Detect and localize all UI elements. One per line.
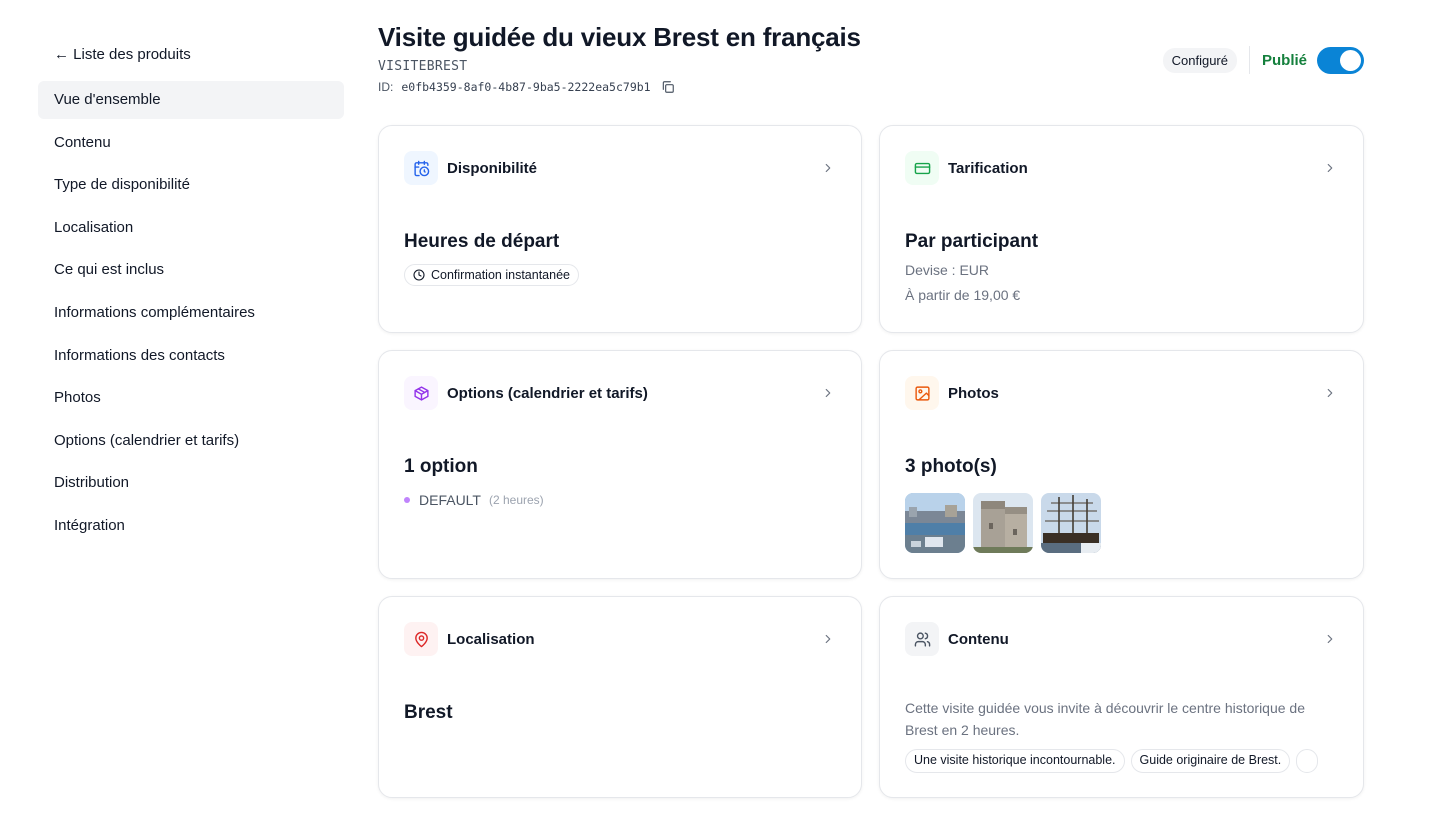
sidebar-item-contacts[interactable]: Informations des contacts [38, 337, 344, 375]
content-tag: Une visite historique incontournable. [905, 749, 1125, 773]
photo-thumbnail-castle[interactable] [973, 493, 1033, 553]
product-id-row: ID: e0fb4359-8af0-4b87-9ba5-2222ea5c79b1 [378, 80, 1364, 94]
list-item: DEFAULT (2 heures) [404, 492, 544, 508]
photos-card-header[interactable]: Photos [905, 376, 1338, 410]
pricing-from: À partir de 19,00 € [905, 287, 1021, 303]
published-toggle[interactable] [1317, 46, 1364, 74]
status-divider [1248, 46, 1250, 74]
options-card-header[interactable]: Options (calendrier et tarifs) [404, 376, 836, 410]
options-main: 1 option [404, 456, 478, 477]
content-description: Cette visite guidée vous invite à découv… [905, 700, 1305, 738]
pricing-main: Par participant [905, 231, 1039, 252]
instant-confirmation-pill: Confirmation instantanée [404, 264, 579, 286]
options-card-title: Options (calendrier et tarifs) [447, 384, 648, 402]
option-name: DEFAULT [419, 492, 481, 508]
configured-badge: Configuré [1162, 47, 1237, 73]
option-dot [404, 497, 410, 503]
chevron-right-icon [820, 385, 836, 401]
instant-confirmation-label: Confirmation instantanée [431, 268, 570, 282]
toggle-knob [1340, 49, 1361, 71]
chevron-right-icon [820, 631, 836, 647]
location-card: Localisation Brest [378, 596, 862, 798]
photos-card: Photos 3 photo(s) [879, 350, 1364, 579]
status-area: Configuré Publié [1162, 46, 1364, 74]
photo-thumbnail-harbor[interactable] [905, 493, 965, 553]
pricing-card-title: Tarification [948, 159, 1028, 177]
image-icon [905, 376, 939, 410]
chevron-right-icon [1322, 160, 1338, 176]
sidebar-item-photos[interactable]: Photos [38, 379, 344, 417]
chevron-right-icon [820, 160, 836, 176]
location-main: Brest [404, 702, 453, 723]
availability-card-title: Disponibilité [447, 159, 537, 177]
sidebar: ← Liste des produits Vue d'ensemble Cont… [38, 40, 344, 550]
photos-main: 3 photo(s) [905, 456, 997, 477]
location-card-title: Localisation [447, 630, 535, 648]
sidebar-item-overview[interactable]: Vue d'ensemble [38, 81, 344, 119]
content-tag-overflow [1296, 749, 1319, 773]
users-icon [905, 622, 939, 656]
calendar-clock-icon [404, 151, 438, 185]
sidebar-item-included[interactable]: Ce qui est inclus [38, 251, 344, 289]
availability-card: Disponibilité Heures de départ Confirmat… [378, 125, 862, 333]
availability-main: Heures de départ [404, 231, 560, 252]
clock-icon [413, 269, 425, 281]
chevron-right-icon [1322, 631, 1338, 647]
photo-thumbnails [905, 493, 1101, 553]
availability-card-header[interactable]: Disponibilité [404, 151, 836, 185]
photos-card-title: Photos [948, 384, 999, 402]
content-card-title: Contenu [948, 630, 1009, 648]
sidebar-item-additional-info[interactable]: Informations complémentaires [38, 294, 344, 332]
sidebar-item-integration[interactable]: Intégration [38, 507, 344, 545]
location-card-header[interactable]: Localisation [404, 622, 836, 656]
published-label: Publié [1261, 51, 1307, 69]
content-tags: Une visite historique incontournable. Gu… [905, 749, 1335, 773]
content-tag: Guide originaire de Brest. [1130, 749, 1291, 773]
availability-pill-wrap: Confirmation instantanée [404, 264, 579, 286]
back-to-products-link[interactable]: ← Liste des produits [38, 40, 344, 69]
sidebar-item-availability-type[interactable]: Type de disponibilité [38, 166, 344, 204]
product-id-label: ID: [378, 80, 394, 94]
map-pin-icon [404, 622, 438, 656]
content-card: Contenu Cette visite guidée vous invite … [879, 596, 1364, 798]
credit-card-icon [905, 151, 939, 185]
sidebar-item-distribution[interactable]: Distribution [38, 464, 344, 502]
pricing-card: Tarification Par participant Devise : EU… [879, 125, 1364, 333]
photo-thumbnail-tallship[interactable] [1041, 493, 1101, 553]
product-id-value: e0fb4359-8af0-4b87-9ba5-2222ea5c79b1 [401, 80, 651, 94]
pricing-card-header[interactable]: Tarification [905, 151, 1338, 185]
chevron-right-icon [1322, 385, 1338, 401]
options-card: Options (calendrier et tarifs) 1 option … [378, 350, 862, 579]
package-icon [404, 376, 438, 410]
content-card-header[interactable]: Contenu [905, 622, 1338, 656]
sidebar-item-content[interactable]: Contenu [38, 124, 344, 162]
product-header: Visite guidée du vieux Brest en français… [378, 22, 1364, 102]
pricing-currency: Devise : EUR [905, 262, 990, 278]
copy-icon[interactable] [661, 80, 675, 94]
sidebar-item-options[interactable]: Options (calendrier et tarifs) [38, 422, 344, 460]
sidebar-item-location[interactable]: Localisation [38, 209, 344, 247]
option-duration: (2 heures) [488, 493, 544, 507]
